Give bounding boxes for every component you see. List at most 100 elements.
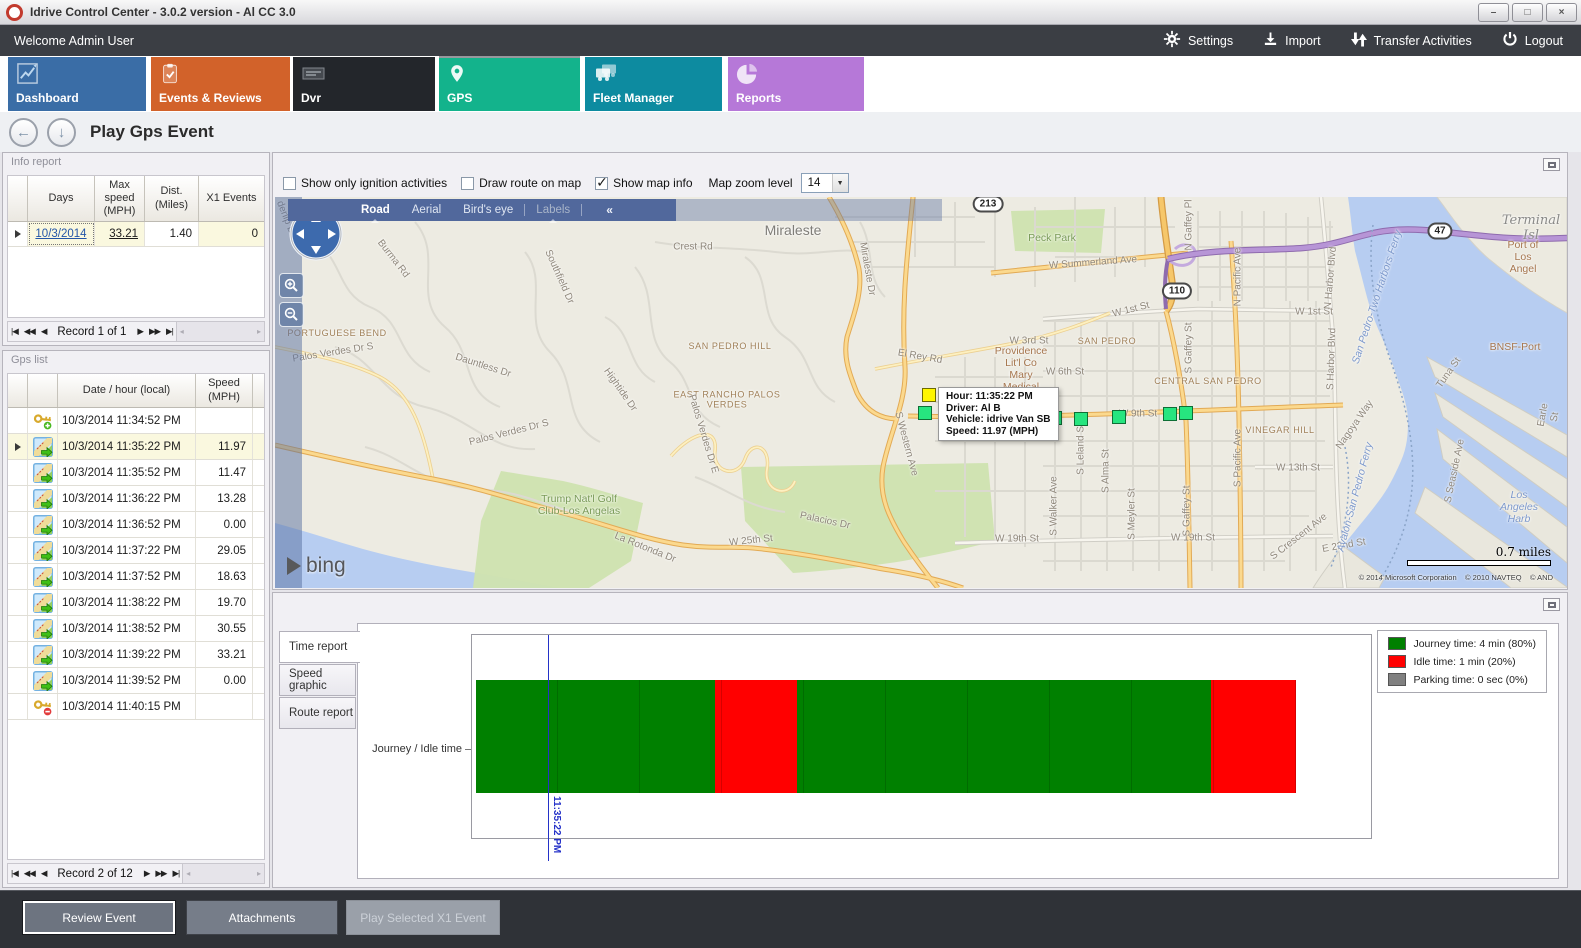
map-style-aerial[interactable]: Aerial — [412, 204, 441, 216]
checkbox-item[interactable]: Show map info — [595, 176, 692, 190]
column-header-x1-events[interactable]: X1 Events — [199, 176, 264, 221]
pager-scrollbar[interactable]: ◂▸ — [182, 864, 264, 883]
tab-dvr[interactable]: Dvr — [293, 57, 435, 111]
prev-page-icon[interactable]: ◀◀ — [24, 868, 35, 879]
legend-label: Parking time: 0 sec (0%) — [1413, 674, 1527, 686]
time-report-panel: Time reportSpeed graphicRoute report Jou… — [272, 592, 1568, 888]
row-indicator — [8, 564, 28, 589]
maximize-button[interactable]: □ — [1512, 3, 1543, 22]
gps-row[interactable]: 10/3/2014 11:40:15 PM — [8, 694, 264, 720]
tab-route-report[interactable]: Route report — [279, 697, 356, 729]
map-navbar-fade — [676, 199, 942, 221]
gps-row[interactable]: 10/3/2014 11:34:52 PM — [8, 408, 264, 434]
first-record-icon[interactable]: |◀ — [11, 868, 18, 879]
settings-label: Settings — [1188, 34, 1233, 48]
page-title: Play Gps Event — [90, 122, 214, 142]
map-icon — [28, 512, 58, 537]
next-record-icon[interactable]: ▶ — [137, 326, 143, 337]
gps-row[interactable]: 10/3/2014 11:38:52 PM30.55 — [8, 616, 264, 642]
datetime-cell: 10/3/2014 11:40:15 PM — [58, 694, 196, 719]
gps-point-marker[interactable] — [918, 406, 932, 420]
pager-scrollbar[interactable]: ◂▸ — [176, 322, 264, 341]
checkbox-unchecked-icon[interactable] — [461, 177, 474, 190]
map-icon — [28, 538, 58, 563]
maximize-panel-icon[interactable] — [1543, 598, 1560, 611]
import-button[interactable]: Import — [1263, 31, 1320, 50]
map-icon — [28, 434, 58, 459]
tab-time-report[interactable]: Time report — [279, 631, 360, 663]
transfer-icon — [1351, 31, 1367, 51]
prev-page-icon[interactable]: ◀◀ — [24, 326, 35, 337]
checkbox-unchecked-icon[interactable] — [283, 177, 296, 190]
gps-row[interactable]: 10/3/2014 11:39:22 PM33.21 — [8, 642, 264, 668]
column-header-days[interactable]: Days — [28, 176, 95, 221]
maximize-panel-icon[interactable] — [1543, 158, 1560, 171]
last-record-icon[interactable]: ▶| — [166, 326, 173, 337]
map-zoom-out-button[interactable] — [279, 302, 304, 327]
tab-events[interactable]: Events & Reviews — [151, 57, 290, 111]
first-record-icon[interactable]: |◀ — [11, 326, 18, 337]
gps-row[interactable]: 10/3/2014 11:37:22 PM29.05 — [8, 538, 264, 564]
gps-row[interactable]: 10/3/2014 11:36:22 PM13.28 — [8, 486, 264, 512]
gps-row[interactable]: 10/3/2014 11:39:52 PM0.00 — [8, 668, 264, 694]
gps-row[interactable]: 10/3/2014 11:35:52 PM11.47 — [8, 460, 264, 486]
gps-row[interactable]: 10/3/2014 11:35:22 PM11.97 — [8, 434, 264, 460]
gps-list-grid: Date / hour (local) Speed (MPH) 10/3/201… — [7, 373, 265, 860]
column-header-max-speed[interactable]: Max speed (MPH) — [95, 176, 145, 221]
ignition-on-marker[interactable] — [922, 388, 936, 402]
column-header-dist[interactable]: Dist. (Miles) — [145, 176, 199, 221]
gps-row[interactable]: 10/3/2014 11:38:22 PM19.70 — [8, 590, 264, 616]
dropdown-arrow-icon[interactable]: ▼ — [832, 174, 848, 192]
gps-row[interactable]: 10/3/2014 11:36:52 PM0.00 — [8, 512, 264, 538]
next-page-icon[interactable]: ▶▶ — [149, 326, 160, 337]
datetime-cell: 10/3/2014 11:38:22 PM — [58, 590, 196, 615]
play-selected-x1-event-button: Play Selected X1 Event — [346, 900, 500, 935]
chart-time-cursor[interactable] — [548, 635, 549, 861]
tab-speed-graphic[interactable]: Speed graphic — [279, 664, 356, 696]
map-style-road[interactable]: Road — [361, 204, 390, 216]
close-button[interactable]: × — [1546, 3, 1577, 22]
attachments-button[interactable]: Attachments — [186, 900, 338, 935]
max-speed-cell[interactable]: 33.21 — [95, 222, 145, 246]
tab-fleet[interactable]: Fleet Manager — [585, 57, 722, 111]
map-style-labels[interactable]: Labels — [536, 204, 570, 216]
tab-reports[interactable]: Reports — [728, 57, 864, 111]
speed-cell: 19.70 — [196, 590, 253, 615]
checkbox-item[interactable]: Draw route on map — [461, 176, 581, 190]
last-record-icon[interactable]: ▶| — [172, 868, 179, 879]
checkbox-checked-icon[interactable] — [595, 177, 608, 190]
tab-gps[interactable]: GPS — [439, 57, 580, 111]
days-cell[interactable]: 10/3/2014 — [28, 222, 95, 246]
column-header-datetime[interactable]: Date / hour (local) — [58, 374, 196, 407]
review-event-button[interactable]: Review Event — [22, 900, 176, 935]
tab-label: Dashboard — [16, 91, 79, 105]
map-zoom-in-button[interactable] — [279, 273, 304, 298]
back-button[interactable]: ← — [9, 118, 38, 147]
top-toolbar: Welcome Admin User SettingsImportTransfe… — [0, 25, 1581, 56]
checkbox-item[interactable]: Show only ignition activities — [283, 176, 447, 190]
transfer-button[interactable]: Transfer Activities — [1351, 31, 1472, 51]
info-report-row[interactable]: 10/3/2014 33.21 1.40 0 — [8, 222, 264, 247]
next-record-icon[interactable]: ▶ — [144, 868, 150, 879]
gps-point-marker[interactable] — [1112, 410, 1126, 424]
chart-cursor-time-label: 11:35:22 PM — [551, 796, 562, 853]
column-header-speed[interactable]: Speed (MPH) — [196, 374, 253, 407]
route-shield: 213 — [973, 197, 1004, 213]
tab-label: Reports — [736, 91, 781, 105]
minimize-button[interactable]: – — [1478, 3, 1509, 22]
logout-button[interactable]: Logout — [1502, 31, 1563, 50]
map-nav-collapse-button[interactable]: « — [606, 203, 613, 217]
prev-record-icon[interactable]: ◀ — [41, 326, 47, 337]
gps-point-marker[interactable] — [1163, 407, 1177, 421]
gps-point-marker[interactable] — [1074, 412, 1088, 426]
map-style-birdseye[interactable]: Bird's eye — [463, 204, 513, 216]
settings-button[interactable]: Settings — [1163, 30, 1233, 51]
map-zoom-select[interactable]: 14 ▼ — [801, 173, 849, 193]
prev-record-icon[interactable]: ◀ — [41, 868, 47, 879]
gps-row[interactable]: 10/3/2014 11:37:52 PM18.63 — [8, 564, 264, 590]
tab-dashboard[interactable]: Dashboard — [8, 57, 146, 111]
collapse-button[interactable]: ↓ — [47, 118, 76, 147]
gps-point-marker[interactable] — [1179, 406, 1193, 420]
map-canvas[interactable]: RoadAerialBird's eyeLabels« derlip DrBur… — [275, 197, 1567, 588]
next-page-icon[interactable]: ▶▶ — [155, 868, 166, 879]
